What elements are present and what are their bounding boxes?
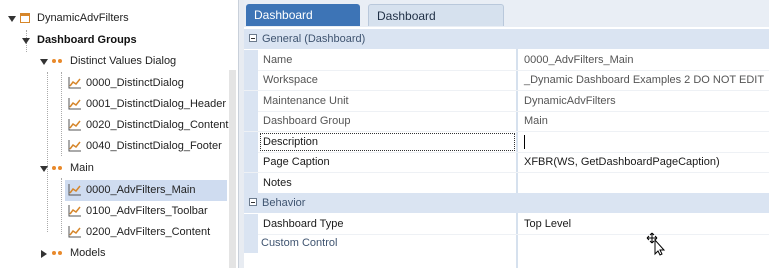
property-row-maintenance-unit[interactable]: Maintenance Unit DynamicAdvFilters bbox=[244, 91, 769, 112]
row-gutter bbox=[244, 233, 258, 253]
tree-item-distinct-3[interactable]: 0040_DistinctDialog_Footer bbox=[0, 136, 238, 157]
property-name: Custom Control bbox=[261, 237, 338, 249]
dashboard-tree: DynamicAdvFilters Dashboard Groups Disti… bbox=[0, 0, 238, 268]
property-name: Workspace bbox=[263, 74, 318, 86]
tree-node-label: Dashboard Groups bbox=[37, 34, 137, 46]
row-gutter bbox=[244, 152, 258, 172]
property-row-name[interactable]: Name 0000_AdvFilters_Main bbox=[244, 50, 769, 71]
property-name: Notes bbox=[263, 177, 292, 189]
dashboard-chart-icon bbox=[68, 140, 81, 152]
property-value[interactable]: 0000_AdvFilters_Main bbox=[524, 50, 633, 70]
tab-strip: Dashboard Properties Dashboard Component… bbox=[244, 0, 769, 45]
properties-panel: Dashboard Properties Dashboard Component… bbox=[244, 0, 769, 268]
row-gutter bbox=[244, 214, 258, 234]
workspace-icon bbox=[20, 13, 30, 23]
tree-node-distinct-group[interactable]: Distinct Values Dialog bbox=[0, 51, 238, 72]
text-caret bbox=[524, 135, 525, 149]
tree-node-label: 0000_DistinctDialog bbox=[86, 77, 184, 89]
dashboard-chart-icon bbox=[68, 226, 81, 238]
property-row-custom-control[interactable]: Custom Control bbox=[244, 233, 769, 253]
expand-caret-icon[interactable] bbox=[41, 250, 47, 258]
group-icon bbox=[52, 59, 56, 63]
tree-node-label: Distinct Values Dialog bbox=[70, 55, 177, 67]
group-icon bbox=[52, 166, 56, 170]
property-name: Description bbox=[263, 136, 319, 148]
property-row-page-caption[interactable]: Page Caption XFBR(WS, GetDashboardPageCa… bbox=[244, 152, 769, 173]
tree-scrollbar[interactable] bbox=[229, 70, 236, 268]
property-row-notes[interactable]: Notes bbox=[244, 173, 769, 194]
tree-node-dashboard-groups[interactable]: Dashboard Groups bbox=[0, 30, 238, 51]
property-value[interactable]: Main bbox=[524, 111, 548, 131]
property-name: Page Caption bbox=[263, 156, 330, 168]
collapse-box-icon[interactable] bbox=[249, 34, 257, 42]
property-grid: General (Dashboard) Name 0000_AdvFilters… bbox=[244, 29, 769, 268]
category-behavior[interactable]: Behavior bbox=[244, 193, 769, 213]
collapse-caret-icon[interactable] bbox=[40, 59, 48, 65]
collapse-box-icon[interactable] bbox=[249, 198, 257, 206]
dashboard-chart-icon bbox=[68, 98, 81, 110]
tree-item-distinct-2[interactable]: 0020_DistinctDialog_Content bbox=[0, 115, 238, 136]
category-label: General (Dashboard) bbox=[262, 33, 366, 45]
tree-item-distinct-0[interactable]: 0000_DistinctDialog bbox=[0, 73, 238, 94]
category-general[interactable]: General (Dashboard) bbox=[244, 29, 769, 49]
property-name: Name bbox=[263, 54, 293, 66]
property-row-dashboard-type[interactable]: Dashboard Type Top Level bbox=[244, 214, 769, 235]
collapse-caret-icon[interactable] bbox=[8, 16, 16, 22]
property-value[interactable]: Top Level bbox=[524, 214, 571, 234]
tree-item-distinct-1[interactable]: 0001_DistinctDialog_Header bbox=[0, 94, 238, 115]
move-cursor-icon bbox=[646, 232, 666, 256]
property-name: Maintenance Unit bbox=[263, 95, 349, 107]
row-gutter bbox=[244, 91, 258, 111]
property-value[interactable]: XFBR(WS, GetDashboardPageCaption) bbox=[524, 152, 720, 172]
tree-node-label: 0001_DistinctDialog_Header bbox=[86, 98, 227, 110]
collapse-caret-icon[interactable] bbox=[40, 166, 48, 172]
dashboard-chart-icon bbox=[68, 184, 81, 196]
tree-item-main-2[interactable]: 0200_AdvFilters_Content bbox=[0, 222, 238, 243]
dashboard-chart-icon bbox=[68, 119, 81, 131]
property-value[interactable]: _Dynamic Dashboard Examples 2 DO NOT EDI… bbox=[524, 70, 764, 90]
dashboard-chart-icon bbox=[68, 205, 81, 217]
tree-node-label: 0000_AdvFilters_Main bbox=[86, 184, 196, 196]
tree-node-label: DynamicAdvFilters bbox=[37, 12, 129, 24]
collapse-caret-icon[interactable] bbox=[22, 38, 30, 44]
tree-node-label: 0100_AdvFilters_Toolbar bbox=[86, 205, 208, 217]
tree-node-models[interactable]: Models bbox=[0, 243, 238, 264]
property-value[interactable]: DynamicAdvFilters bbox=[524, 91, 616, 111]
row-gutter bbox=[244, 173, 258, 193]
row-gutter bbox=[244, 70, 258, 90]
row-gutter bbox=[244, 111, 258, 131]
tree-node-root[interactable]: DynamicAdvFilters bbox=[0, 8, 238, 29]
tree-node-label: 0200_AdvFilters_Content bbox=[86, 226, 211, 238]
property-row-description[interactable]: Description bbox=[244, 132, 769, 153]
property-row-workspace[interactable]: Workspace _Dynamic Dashboard Examples 2 … bbox=[244, 70, 769, 91]
property-name: Dashboard Group bbox=[263, 115, 351, 127]
tree-node-label: Models bbox=[70, 247, 106, 259]
tree-node-label: 0040_DistinctDialog_Footer bbox=[86, 140, 222, 152]
row-gutter bbox=[244, 132, 258, 152]
tree-item-main-1[interactable]: 0100_AdvFilters_Toolbar bbox=[0, 201, 238, 222]
tree-item-main-0[interactable]: 0000_AdvFilters_Main bbox=[65, 180, 227, 201]
group-icon bbox=[52, 251, 56, 255]
tab-dashboard-properties[interactable]: Dashboard Properties bbox=[246, 4, 360, 44]
tree-node-label: Main bbox=[70, 162, 94, 174]
property-name: Dashboard Type bbox=[263, 218, 344, 230]
row-gutter bbox=[244, 50, 258, 70]
tab-dashboard-components[interactable]: Dashboard Components bbox=[368, 4, 504, 45]
tree-node-label: 0020_DistinctDialog_Content bbox=[86, 119, 229, 131]
property-row-dashboard-group[interactable]: Dashboard Group Main bbox=[244, 111, 769, 132]
tree-node-main-group[interactable]: Main bbox=[0, 158, 238, 179]
dashboard-chart-icon bbox=[68, 77, 81, 89]
category-label: Behavior bbox=[262, 197, 306, 209]
